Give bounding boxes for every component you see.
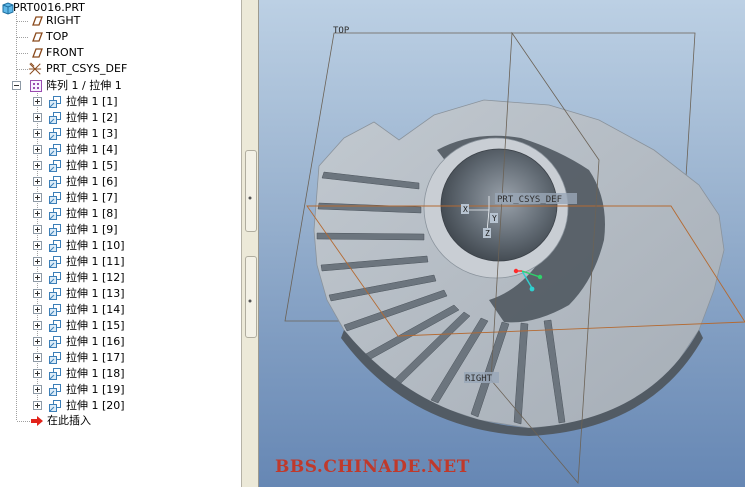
model-canvas[interactable]: TOP RIGHT PRT_CSYS_DEF X Y Z bbox=[259, 0, 745, 487]
splitter-tab[interactable] bbox=[245, 256, 257, 338]
tree-item-label: 拉伸 1 [1] bbox=[66, 95, 118, 108]
insert-arrow-icon bbox=[31, 416, 43, 426]
panel-splitter[interactable] bbox=[241, 0, 259, 487]
tree-item-label: 拉伸 1 [4] bbox=[66, 143, 118, 156]
tree-item-label: 拉伸 1 [2] bbox=[66, 111, 118, 124]
expand-icon[interactable] bbox=[33, 161, 42, 170]
expand-icon[interactable] bbox=[33, 369, 42, 378]
tree-item-label: 拉伸 1 [16] bbox=[66, 335, 125, 348]
expand-icon[interactable] bbox=[33, 209, 42, 218]
expand-icon[interactable] bbox=[33, 241, 42, 250]
axis-label-x: X bbox=[463, 205, 468, 214]
extrude-icon bbox=[49, 288, 61, 300]
splitter-tab[interactable] bbox=[245, 150, 257, 232]
tree-item-label: 拉伸 1 [20] bbox=[66, 399, 125, 412]
collapse-icon[interactable] bbox=[12, 81, 21, 90]
extrude-icon bbox=[49, 192, 61, 204]
tree-item-label: 拉伸 1 [19] bbox=[66, 383, 125, 396]
expand-icon[interactable] bbox=[33, 337, 42, 346]
extrude-icon bbox=[49, 336, 61, 348]
extrude-icon bbox=[49, 240, 61, 252]
expand-icon[interactable] bbox=[33, 113, 42, 122]
tree-item-label: 拉伸 1 [18] bbox=[66, 367, 125, 380]
extrude-icon bbox=[49, 320, 61, 332]
tree-item-label: 拉伸 1 [12] bbox=[66, 271, 125, 284]
expand-icon[interactable] bbox=[33, 321, 42, 330]
tree-item-label: 拉伸 1 [14] bbox=[66, 303, 125, 316]
tree-item-label: TOP bbox=[46, 30, 69, 43]
splitter-grip-icon bbox=[248, 299, 252, 303]
expand-icon[interactable] bbox=[33, 273, 42, 282]
expand-icon[interactable] bbox=[33, 401, 42, 410]
tree-item-label: 拉伸 1 [8] bbox=[66, 207, 118, 220]
tree-item-label: 拉伸 1 [5] bbox=[66, 159, 118, 172]
extrude-icon bbox=[49, 256, 61, 268]
watermark: BBS.CHINADE.NET bbox=[275, 457, 470, 477]
plane-label-top: TOP bbox=[333, 26, 350, 36]
tree-item-label: 拉伸 1 [10] bbox=[66, 239, 125, 252]
extrude-icon bbox=[49, 160, 61, 172]
expand-icon[interactable] bbox=[33, 225, 42, 234]
extrude-icon bbox=[49, 96, 61, 108]
extrude-icon bbox=[49, 384, 61, 396]
datum-plane-icon bbox=[32, 32, 43, 42]
spiral-disk-model[interactable] bbox=[313, 99, 725, 436]
plane-label-right: RIGHT bbox=[465, 374, 493, 384]
extrude-icon bbox=[49, 304, 61, 316]
tree-item-label: 拉伸 1 [13] bbox=[66, 287, 125, 300]
tree-item-label: 在此插入 bbox=[47, 414, 91, 427]
expand-icon[interactable] bbox=[33, 97, 42, 106]
tree-item-label: PRT_CSYS_DEF bbox=[46, 62, 128, 75]
extrude-icon bbox=[49, 112, 61, 124]
extrude-icon bbox=[49, 208, 61, 220]
expand-icon[interactable] bbox=[33, 145, 42, 154]
axis-label-z: Z bbox=[485, 229, 490, 238]
tree-item-label: FRONT bbox=[46, 46, 84, 59]
axis-label-y: Y bbox=[492, 214, 497, 223]
tree-item-label: 阵列 1 / 拉伸 1 bbox=[46, 79, 122, 92]
expand-icon[interactable] bbox=[33, 193, 42, 202]
tree-item-label: 拉伸 1 [6] bbox=[66, 175, 118, 188]
pattern-icon bbox=[30, 80, 42, 92]
extrude-icon bbox=[49, 272, 61, 284]
model-tree: PRT0016.PRT RIGHT TOP FRONT PRT_CSYS_DEF bbox=[0, 0, 241, 487]
extrude-icon bbox=[49, 144, 61, 156]
extrude-icon bbox=[49, 128, 61, 140]
extrude-icon bbox=[49, 400, 61, 412]
expand-icon[interactable] bbox=[33, 289, 42, 298]
expand-icon[interactable] bbox=[33, 305, 42, 314]
tree-item-label: 拉伸 1 [17] bbox=[66, 351, 125, 364]
graphics-viewport[interactable]: TOP RIGHT PRT_CSYS_DEF X Y Z bbox=[259, 0, 745, 487]
tree-item-label: 拉伸 1 [7] bbox=[66, 191, 118, 204]
expand-icon[interactable] bbox=[33, 385, 42, 394]
expand-icon[interactable] bbox=[33, 353, 42, 362]
tree-item-label: 拉伸 1 [9] bbox=[66, 223, 118, 236]
tree-item-label: 拉伸 1 [3] bbox=[66, 127, 118, 140]
tree-item-label: RIGHT bbox=[46, 14, 81, 27]
extrude-icon bbox=[49, 352, 61, 364]
csys-label: PRT_CSYS_DEF bbox=[497, 195, 562, 205]
datum-plane-icon bbox=[32, 16, 43, 26]
extrude-icon bbox=[49, 224, 61, 236]
datum-plane-icon bbox=[32, 48, 43, 58]
extrude-icon bbox=[49, 176, 61, 188]
extrude-icon bbox=[49, 368, 61, 380]
expand-icon[interactable] bbox=[33, 129, 42, 138]
expand-icon[interactable] bbox=[33, 177, 42, 186]
expand-icon[interactable] bbox=[33, 257, 42, 266]
tree-item-label: 拉伸 1 [11] bbox=[66, 255, 125, 268]
tree-item-label: 拉伸 1 [15] bbox=[66, 319, 125, 332]
splitter-grip-icon bbox=[248, 196, 252, 200]
coordinate-system-icon bbox=[28, 62, 42, 75]
